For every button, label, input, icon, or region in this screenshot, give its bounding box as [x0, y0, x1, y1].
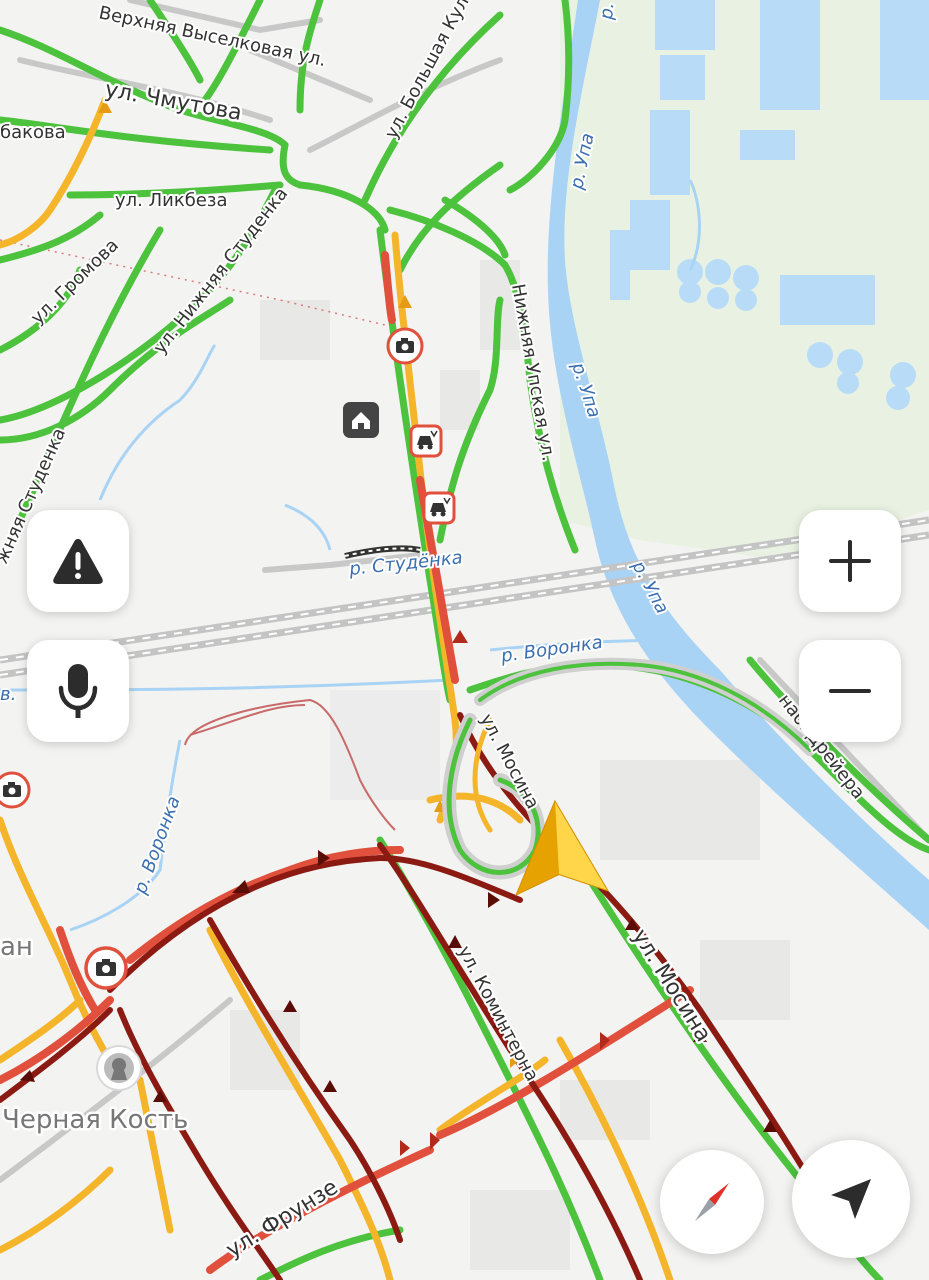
plus-icon [829, 540, 871, 582]
poi-label-chernaya-kost: Черная Кость [2, 1105, 188, 1135]
camera-icon[interactable] [386, 327, 424, 365]
report-incident-button[interactable] [27, 510, 129, 612]
map-canvas[interactable]: Верхняя Выселковая ул. ул. Чмутова баков… [0, 0, 929, 1280]
zoom-out-button[interactable] [799, 640, 901, 742]
voice-input-button[interactable] [27, 640, 129, 742]
home-icon[interactable] [343, 402, 379, 438]
minus-icon [829, 689, 871, 693]
zoom-in-button[interactable] [799, 510, 901, 612]
camera-icon[interactable] [84, 946, 128, 990]
navigation-arrow-icon [831, 1179, 871, 1219]
microphone-icon [58, 664, 98, 718]
warning-icon [53, 539, 103, 584]
street-label-bakova: бакова [0, 122, 66, 143]
accident-icon[interactable] [409, 424, 443, 458]
street-label-likbeza: ул. Ликбеза [115, 190, 227, 211]
compass-icon [695, 1183, 729, 1221]
my-location-button[interactable] [792, 1140, 910, 1258]
camera-icon[interactable] [0, 771, 31, 809]
street-label-left-cut-an: ан [0, 932, 33, 962]
street-label-left-cut-v: в. [0, 684, 16, 705]
poi-chernaya-kost-icon[interactable] [96, 1045, 142, 1091]
compass-button[interactable] [660, 1150, 764, 1254]
accident-icon[interactable] [422, 491, 456, 525]
